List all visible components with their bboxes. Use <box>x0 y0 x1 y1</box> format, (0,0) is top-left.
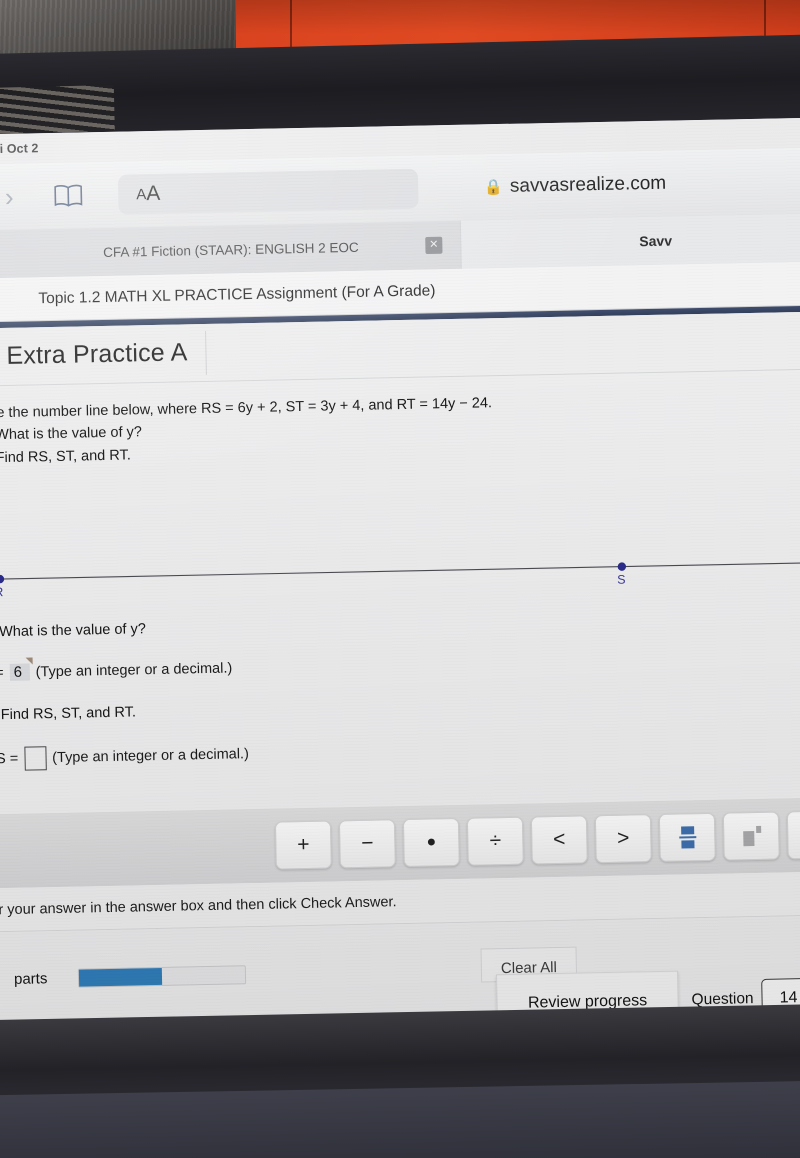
keypad-less-than-button[interactable]: < <box>530 815 588 865</box>
status-bar-date: Fri Oct 2 <box>0 141 39 157</box>
fraction-icon <box>678 826 696 849</box>
exercise-body: Use the number line below, where RS = 6y… <box>0 369 800 471</box>
parts-label: parts <box>13 969 48 988</box>
question-a-text: a. What is the value of y? <box>0 621 146 641</box>
parts-progress-fill <box>78 967 163 987</box>
address-bar-url: savvasrealize.com <box>509 172 667 197</box>
keypad-greater-than-button[interactable]: > <box>594 814 652 864</box>
browser-tab-title-2: Savv <box>639 232 673 250</box>
answer-row-b: RS = (Type an integer or a decimal.) <box>0 735 586 771</box>
svg-text:R: R <box>0 585 3 599</box>
parts-group: parts <box>0 964 48 995</box>
multiply-dot-icon: ● <box>426 833 437 851</box>
answer-b-hint: (Type an integer or a decimal.) <box>52 746 250 767</box>
book-icon[interactable] <box>32 183 104 208</box>
exercise-panel: Extra Practice A Use the number line bel… <box>0 310 800 816</box>
browser-tab-title: CFA #1 Fiction (STAAR): ENGLISH 2 EOC <box>102 239 359 260</box>
loading-spinner-icon <box>0 964 5 995</box>
answer-a-hint: (Type an integer or a decimal.) <box>35 659 233 680</box>
answer-a-value: 6 <box>13 663 23 681</box>
exponent-icon <box>741 825 762 847</box>
keypad-divide-button[interactable]: ÷ <box>466 816 524 866</box>
chevron-right-icon[interactable]: › <box>0 182 33 212</box>
svg-text:S: S <box>617 573 626 587</box>
keypad-fraction-button[interactable] <box>658 812 716 862</box>
answer-b-input[interactable] <box>23 746 47 771</box>
question-b-text: b. Find RS, ST, and RT. <box>0 704 137 724</box>
less-than-icon: < <box>552 827 566 852</box>
browser-tab-inactive[interactable]: Savv <box>460 212 800 269</box>
exit-button[interactable]: xit <box>0 291 39 309</box>
answer-row-a: y = 6 (Type an integer or a decimal.) <box>0 652 584 681</box>
tablet-screen: 4 PM Fri Oct 2 ‹ › AA 🔒 savvasrealize.co… <box>0 116 800 1036</box>
answer-b-prefix: RS = <box>0 750 19 768</box>
minus-icon: − <box>360 831 374 855</box>
text-cursor-icon <box>25 657 33 665</box>
divide-icon: ÷ <box>489 829 502 853</box>
answer-a-prefix: y = <box>0 664 4 681</box>
number-line-figure: R S <box>0 549 800 610</box>
keypad-minus-button[interactable]: − <box>338 819 396 869</box>
assignment-title: Topic 1.2 MATH XL PRACTICE Assignment (F… <box>38 281 436 307</box>
keypad-multiply-button[interactable]: ● <box>402 817 460 868</box>
greater-than-icon: > <box>616 826 630 850</box>
exercise-title: Extra Practice A <box>6 338 188 370</box>
keypad-exponent-button[interactable] <box>722 811 780 861</box>
text-size-button[interactable]: AA <box>117 168 419 215</box>
text-size-small-a: A <box>136 185 147 203</box>
text-size-large-a: A <box>146 181 161 206</box>
lock-icon: 🔒 <box>484 178 504 197</box>
keypad-plus-button[interactable]: + <box>274 820 332 870</box>
window-blinds-reflection <box>0 84 115 134</box>
address-bar[interactable]: 🔒 savvasrealize.com <box>418 171 732 199</box>
plus-icon: + <box>296 832 310 857</box>
answer-a-input[interactable]: 6 <box>9 657 33 681</box>
photo-of-tablet-screen: 4 PM Fri Oct 2 ‹ › AA 🔒 savvasrealize.co… <box>0 0 800 1158</box>
keypad-more-button[interactable]: More <box>786 809 800 860</box>
answer-area: a. What is the value of y? y = 6 (Type a… <box>0 612 586 797</box>
close-icon[interactable]: ✕ <box>425 236 443 255</box>
parts-progress-bar <box>77 965 247 988</box>
